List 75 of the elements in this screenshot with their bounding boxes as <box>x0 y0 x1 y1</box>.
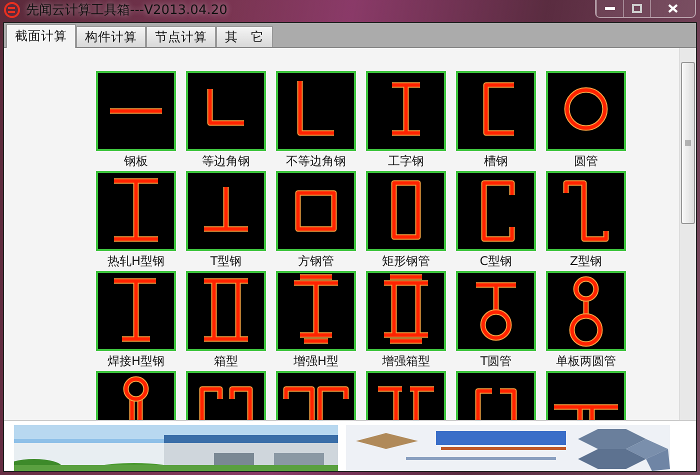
section-tile[interactable] <box>186 171 266 251</box>
section-label: 方钢管 <box>298 253 334 270</box>
steel-section-drawing <box>389 82 423 136</box>
section-label: 箱型 <box>214 353 238 370</box>
minimize-icon <box>605 6 615 10</box>
scrollbar[interactable] <box>679 48 696 420</box>
steel-section-drawing <box>121 376 151 420</box>
section-tile[interactable] <box>276 271 356 351</box>
steel-section-drawing <box>375 386 437 420</box>
steel-section-drawing <box>475 388 517 420</box>
section-tile[interactable] <box>546 171 626 251</box>
section-tile[interactable] <box>546 71 626 151</box>
section-label: T圆管 <box>480 353 512 370</box>
steel-section-drawing <box>111 178 161 242</box>
section-label: T型钢 <box>210 253 242 270</box>
tab[interactable]: 节点计算 <box>146 26 216 47</box>
section-label: 不等边角钢 <box>286 153 346 170</box>
section-label: Z型钢 <box>570 253 602 270</box>
steel-section-drawing <box>481 180 515 242</box>
steel-section-drawing <box>569 276 603 347</box>
steel-section-drawing <box>199 386 253 420</box>
section-tile[interactable] <box>456 271 536 351</box>
section-label: 槽钢 <box>484 153 508 170</box>
maximize-button[interactable] <box>623 0 650 17</box>
section-tile[interactable] <box>366 271 446 351</box>
steel-section-drawing <box>291 274 341 344</box>
section-label: 钢板 <box>124 153 148 170</box>
section-tile[interactable] <box>366 171 446 251</box>
section-tile[interactable] <box>96 71 176 151</box>
section-tile[interactable] <box>456 171 536 251</box>
steel-section-drawing <box>391 180 421 240</box>
section-label: 圆管 <box>574 153 598 170</box>
steel-section-drawing <box>551 404 621 420</box>
section-tile[interactable] <box>186 271 266 351</box>
scrollbar-thumb[interactable] <box>681 62 695 224</box>
section-label: C型钢 <box>480 253 512 270</box>
steel-section-drawing <box>207 89 244 126</box>
close-button[interactable] <box>650 0 695 17</box>
steel-section-drawing <box>563 180 609 242</box>
section-tile[interactable] <box>546 271 626 351</box>
steel-section-drawing <box>201 278 251 342</box>
steel-section-drawing <box>381 274 431 344</box>
steel-section-drawing <box>564 87 608 131</box>
section-label: 增强H型 <box>293 353 339 370</box>
section-label: 等边角钢 <box>202 153 250 170</box>
section-tile[interactable] <box>96 171 176 251</box>
section-label: 热轧H型钢 <box>107 253 165 270</box>
section-label: 焊接H型钢 <box>107 353 165 370</box>
steel-section-drawing <box>295 190 337 232</box>
app-logo-icon <box>4 2 20 18</box>
section-label: 增强箱型 <box>382 353 430 370</box>
section-label: 单板两圆管 <box>556 353 616 370</box>
minimize-button[interactable] <box>596 0 623 17</box>
steel-section-drawing <box>110 108 162 114</box>
section-tile[interactable] <box>186 71 266 151</box>
section-label: 工字钢 <box>388 153 424 170</box>
section-tile[interactable] <box>366 71 446 151</box>
maximize-icon <box>632 4 642 13</box>
tab[interactable]: 截面计算 <box>6 24 76 48</box>
steel-section-drawing <box>201 184 251 232</box>
window-title: 先闻云计算工具箱---V2013.04.20 <box>26 2 228 19</box>
section-label: 矩形钢管 <box>382 253 430 270</box>
grip-icon <box>685 140 691 146</box>
section-tile[interactable] <box>276 71 356 151</box>
steel-section-drawing <box>111 278 159 342</box>
close-icon <box>668 4 678 13</box>
tab[interactable]: 其 它 <box>216 26 273 47</box>
section-tile[interactable] <box>96 271 176 351</box>
tab[interactable]: 构件计算 <box>76 26 146 47</box>
steel-section-drawing <box>297 81 334 136</box>
steel-section-drawing <box>473 282 519 341</box>
steel-section-drawing <box>483 82 514 136</box>
section-tile[interactable] <box>276 171 356 251</box>
steel-section-drawing <box>283 386 349 420</box>
section-tile[interactable] <box>456 71 536 151</box>
